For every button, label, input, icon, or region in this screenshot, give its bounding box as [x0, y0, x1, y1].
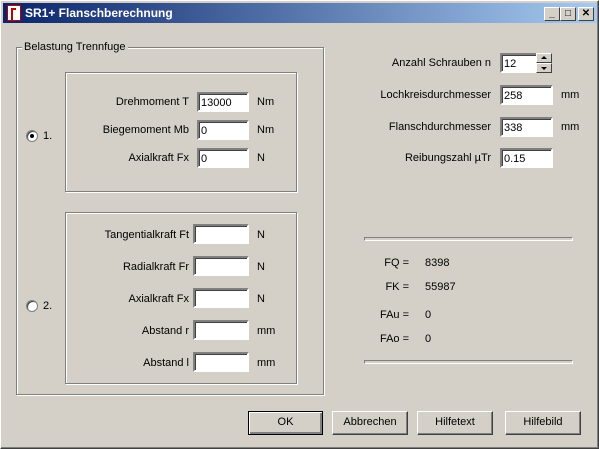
result-fao-label: FAo =	[379, 333, 409, 345]
result-fau-label: FAu =	[379, 309, 409, 321]
helptext-button[interactable]: Hilfetext	[417, 411, 493, 435]
bolt-circle-label: Lochkreisdurchmesser	[380, 89, 491, 101]
load-group-title: Belastung Trennfuge	[22, 41, 128, 53]
torque-unit: Nm	[257, 96, 275, 108]
app-icon	[7, 5, 21, 21]
option2-radio[interactable]	[26, 300, 38, 312]
bolt-circle-unit: mm	[561, 89, 580, 101]
bending-moment-input[interactable]: 0	[197, 120, 249, 140]
result-fq-value: 8398	[425, 257, 450, 269]
distance-r-unit: mm	[257, 325, 276, 337]
result-fau-value: 0	[425, 309, 432, 321]
results-separator-top	[364, 237, 573, 241]
friction-label: Reibungszahl µTr	[404, 152, 491, 164]
result-fk-label: FK =	[385, 281, 409, 293]
axial-force-unit: N	[257, 152, 265, 164]
screw-count-input[interactable]: 12	[500, 53, 538, 73]
torque-input[interactable]: 13000	[197, 92, 249, 112]
result-fk-value: 55987	[425, 281, 456, 293]
flange-diameter-input[interactable]: 338	[500, 117, 553, 137]
screw-count-spinner[interactable]	[536, 53, 552, 73]
tangential-force-input[interactable]	[193, 224, 249, 244]
result-fao-value: 0	[425, 333, 432, 345]
torque-label: Drehmoment T	[115, 96, 189, 108]
axial-force2-label: Axialkraft Fx	[128, 293, 189, 305]
ok-button[interactable]: OK	[248, 411, 323, 435]
option1-radio[interactable]	[26, 130, 38, 142]
axial-force2-input[interactable]	[193, 288, 249, 308]
option2-radio-label: 2.	[43, 300, 53, 312]
flange-diameter-unit: mm	[561, 121, 580, 133]
helpimage-button[interactable]: Hilfebild	[505, 411, 581, 435]
close-button[interactable]: ✕	[578, 7, 594, 21]
bolt-circle-input[interactable]: 258	[500, 85, 553, 105]
maximize-button[interactable]: □	[560, 7, 576, 21]
distance-r-label: Abstand r	[141, 325, 189, 337]
flange-diameter-label: Flanschdurchmesser	[388, 121, 491, 133]
bending-moment-unit: Nm	[257, 124, 275, 136]
spin-up-icon[interactable]	[536, 53, 552, 63]
radial-force-label: Radialkraft Fr	[122, 261, 189, 273]
bending-moment-label: Biegemoment Mb	[102, 124, 189, 136]
spin-down-icon[interactable]	[536, 63, 552, 73]
results-separator-bottom	[364, 360, 573, 364]
distance-l-label: Abstand l	[143, 357, 189, 369]
cancel-button[interactable]: Abbrechen	[332, 411, 408, 435]
distance-l-unit: mm	[257, 357, 276, 369]
friction-input[interactable]: 0.15	[500, 148, 553, 168]
option1-radio-label: 1.	[43, 130, 53, 142]
axial-force2-unit: N	[257, 293, 265, 305]
distance-l-input[interactable]	[193, 352, 249, 372]
result-fq-label: FQ =	[384, 257, 409, 269]
title-bar[interactable]: SR1+ Flanschberechnung _ □ ✕	[3, 3, 597, 23]
radial-force-unit: N	[257, 261, 265, 273]
dialog-window: SR1+ Flanschberechnung _ □ ✕ Belastung T…	[0, 0, 599, 449]
screw-count-label: Anzahl Schrauben n	[391, 57, 491, 69]
axial-force-input[interactable]: 0	[197, 148, 249, 168]
axial-force-label: Axialkraft Fx	[128, 152, 189, 164]
minimize-button[interactable]: _	[544, 7, 560, 21]
distance-r-input[interactable]	[193, 320, 249, 340]
tangential-force-label: Tangentialkraft Ft	[104, 229, 189, 241]
tangential-force-unit: N	[257, 229, 265, 241]
radial-force-input[interactable]	[193, 256, 249, 276]
window-title: SR1+ Flanschberechnung	[25, 6, 173, 20]
